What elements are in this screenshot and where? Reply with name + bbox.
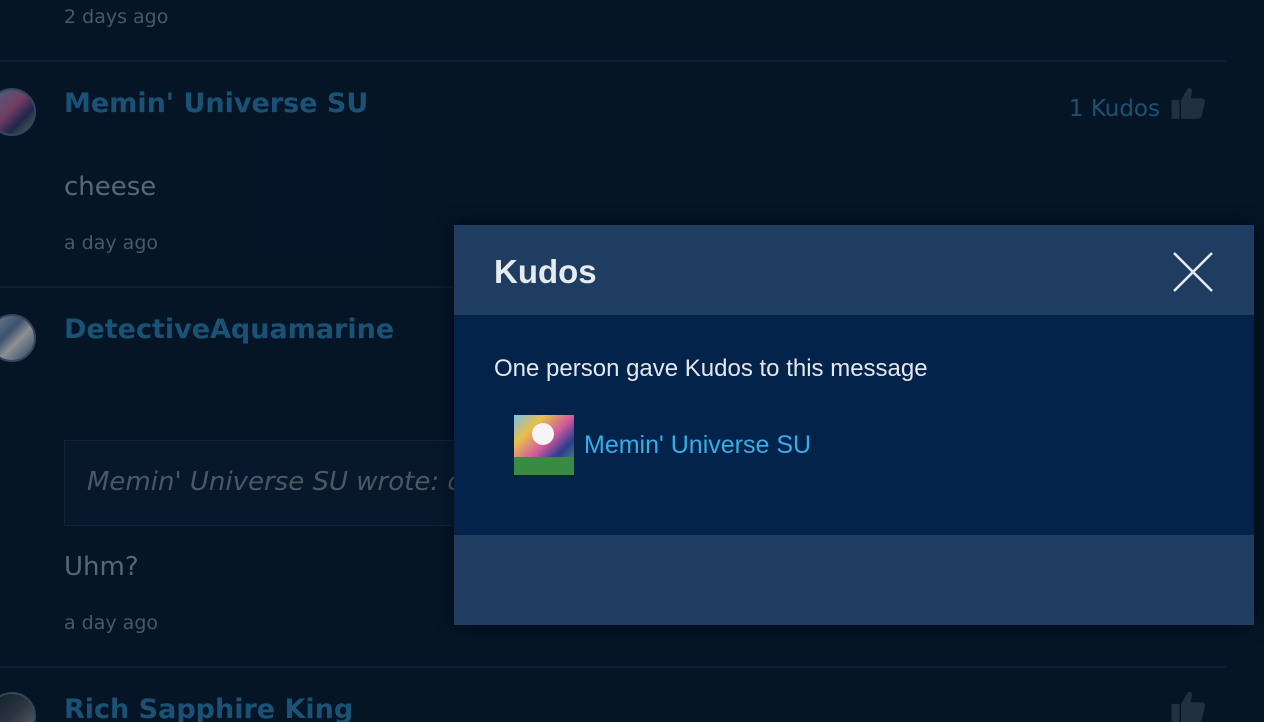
- dialog-header: Kudos: [454, 225, 1254, 315]
- kudos-dialog: Kudos One person gave Kudos to this mess…: [454, 225, 1254, 625]
- giver-avatar[interactable]: [514, 415, 574, 475]
- dialog-title: Kudos: [494, 253, 597, 290]
- close-icon[interactable]: [1170, 249, 1216, 295]
- kudos-message: One person gave Kudos to this message: [494, 355, 928, 382]
- kudos-giver: Memin' Universe SU: [514, 415, 811, 475]
- giver-name-link[interactable]: Memin' Universe SU: [584, 431, 811, 460]
- dialog-footer: [454, 535, 1254, 625]
- page: 2 days ago Memin' Universe SU 1 Kudos ch…: [0, 0, 1264, 722]
- dialog-body: One person gave Kudos to this message Me…: [454, 315, 1254, 535]
